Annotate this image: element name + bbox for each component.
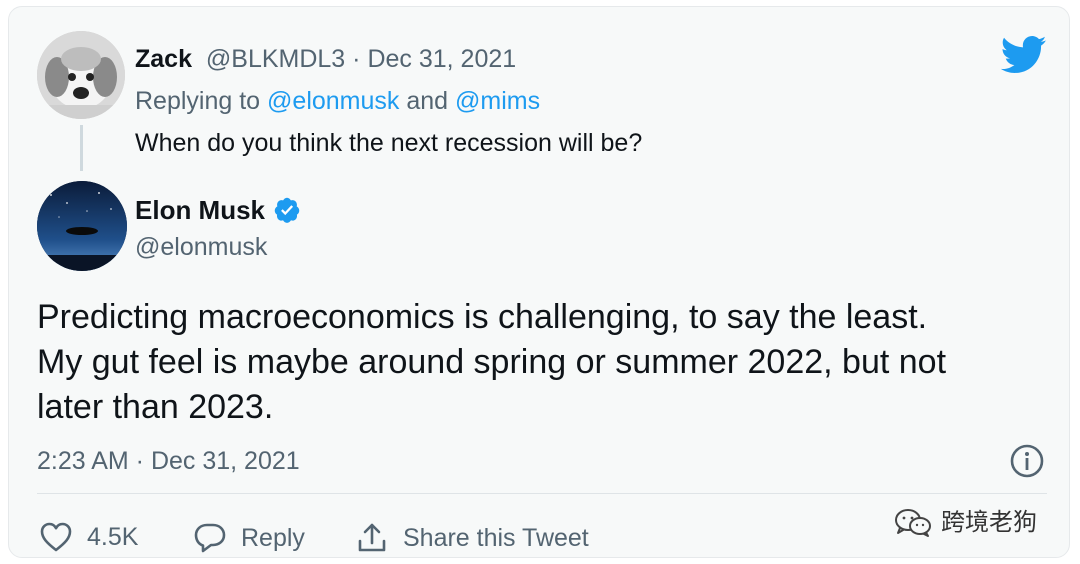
mention-link-mims[interactable]: @mims: [455, 87, 540, 115]
reply-date[interactable]: Dec 31, 2021: [367, 45, 516, 73]
tweet-body-text: Predicting macroeconomics is challenging…: [37, 295, 1047, 430]
reply-label: Reply: [241, 524, 305, 552]
reply-author-row: Zack @BLKMDL3 · Dec 31, 2021: [135, 43, 516, 75]
heart-icon: [40, 522, 72, 552]
replying-to-line: Replying to @elonmusk and @mims: [135, 85, 540, 117]
replying-to-prefix: Replying to: [135, 87, 268, 115]
thread-connector-line: [80, 125, 83, 171]
reply-author-handle[interactable]: @BLKMDL3: [199, 45, 345, 73]
share-label: Share this Tweet: [403, 524, 589, 552]
like-button[interactable]: 4.5K: [39, 521, 138, 553]
share-button[interactable]: Share this Tweet: [355, 521, 589, 555]
info-icon[interactable]: [1009, 443, 1045, 479]
tweet-author-name[interactable]: Elon Musk: [135, 193, 265, 227]
action-divider: [37, 493, 1047, 494]
tweet-body-line: My gut feel is maybe around spring or su…: [37, 343, 947, 381]
replying-to-and: and: [399, 87, 456, 115]
tweet-card[interactable]: Zack @BLKMDL3 · Dec 31, 2021 Replying to…: [8, 6, 1070, 558]
wechat-icon: [895, 509, 931, 537]
tweet-author-name-row: Elon Musk: [135, 193, 301, 227]
watermark: 跨境老狗: [893, 507, 1037, 539]
watermark-text: 跨境老狗: [941, 509, 1037, 536]
reply-date-separator: ·: [345, 45, 368, 73]
tweet-timestamp[interactable]: 2:23 AM · Dec 31, 2021: [37, 445, 300, 477]
tweet-body-line: later than 2023.: [37, 388, 274, 426]
reply-button[interactable]: Reply: [193, 521, 305, 555]
verified-badge-icon: [274, 197, 300, 223]
mention-link-elonmusk[interactable]: @elonmusk: [267, 87, 399, 115]
reply-author-name[interactable]: Zack: [135, 45, 192, 73]
twitter-bird-icon[interactable]: [1000, 35, 1047, 75]
share-upload-icon: [358, 523, 386, 552]
tweet-author-avatar[interactable]: [37, 181, 127, 271]
like-count: 4.5K: [87, 523, 139, 551]
reply-author-avatar[interactable]: [37, 31, 125, 119]
tweet-author-handle[interactable]: @elonmusk: [135, 231, 267, 263]
tweet-body-line: Predicting macroeconomics is challenging…: [37, 298, 928, 336]
reply-tweet-text: When do you think the next recession wil…: [135, 129, 643, 157]
speech-bubble-icon: [194, 523, 226, 553]
